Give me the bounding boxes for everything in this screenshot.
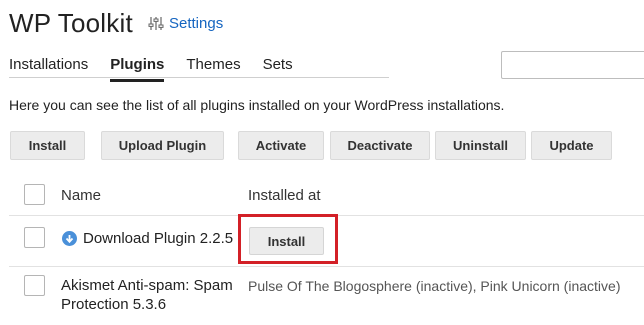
site-status: (inactive)	[559, 278, 621, 294]
tab-sets[interactable]: Sets	[263, 56, 293, 82]
activate-button[interactable]: Activate	[238, 131, 324, 160]
select-all-checkbox[interactable]	[24, 184, 45, 205]
column-header-name[interactable]: Name	[61, 187, 101, 204]
site-link[interactable]: Pulse Of The Blogosphere	[248, 278, 412, 294]
row-install-button[interactable]: Install	[249, 227, 324, 255]
site-link[interactable]: Pink Unicorn	[480, 278, 559, 294]
download-circle-icon	[62, 231, 77, 246]
plugin-name-download-plugin: Download Plugin 2.2.5	[83, 230, 234, 247]
install-button[interactable]: Install	[10, 131, 85, 160]
installed-at-list: Pulse Of The Blogosphere (inactive), Pin…	[248, 278, 620, 294]
search-input[interactable]	[501, 51, 644, 79]
plugin-name-line: Protection 5.3.6	[61, 296, 167, 313]
site-status: (inactive),	[411, 278, 481, 294]
row-divider	[9, 266, 644, 267]
settings-link-label[interactable]: Settings	[169, 15, 223, 32]
uninstall-button[interactable]: Uninstall	[435, 131, 526, 160]
tab-bar: Installations Plugins Themes Sets	[9, 56, 315, 82]
tab-themes[interactable]: Themes	[186, 56, 240, 82]
row-checkbox-akismet[interactable]	[24, 275, 45, 296]
upload-plugin-button[interactable]: Upload Plugin	[101, 131, 224, 160]
tab-installations[interactable]: Installations	[9, 56, 88, 82]
column-header-installed-at[interactable]: Installed at	[248, 187, 321, 204]
settings-link[interactable]: Settings	[148, 15, 223, 32]
tabs-divider	[9, 77, 389, 78]
plugin-name-line: Akismet Anti-spam: Spam	[61, 277, 233, 294]
update-button[interactable]: Update	[531, 131, 612, 160]
tab-plugins[interactable]: Plugins	[110, 56, 165, 82]
sliders-icon	[148, 17, 164, 30]
deactivate-button[interactable]: Deactivate	[330, 131, 430, 160]
page-description: Here you can see the list of all plugins…	[9, 97, 505, 113]
plugin-name-akismet: Akismet Anti-spam: Spam Protection 5.3.6	[61, 276, 233, 314]
page-title: WP Toolkit	[9, 8, 133, 38]
row-checkbox-download-plugin[interactable]	[24, 227, 45, 248]
